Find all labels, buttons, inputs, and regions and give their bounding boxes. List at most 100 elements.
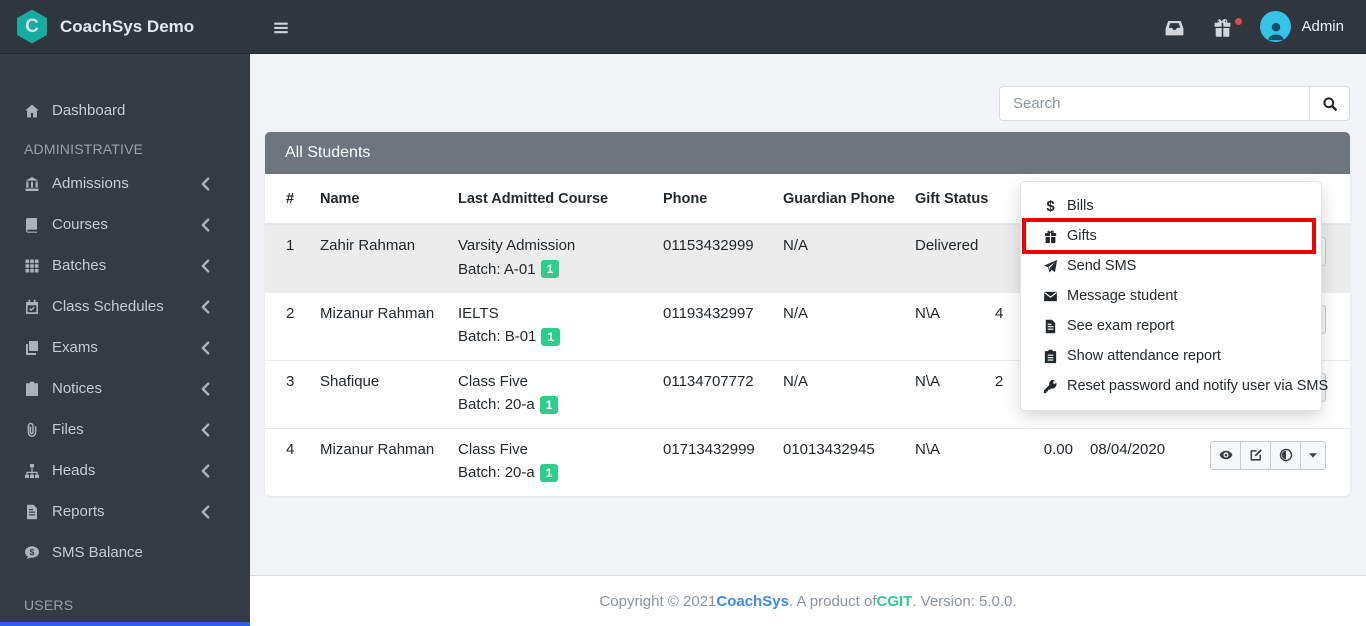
sidebar-toggle-hamburger-icon[interactable] [272,19,290,35]
menu-item-message-student[interactable]: Message student [1021,281,1321,311]
admin-label: Admin [1301,18,1344,35]
chevron-left-icon [198,463,214,479]
sidebar-item-reports[interactable]: Reports [0,491,250,532]
chevron-left-icon [198,176,214,192]
sidebar-active-item-strip[interactable] [0,622,250,626]
view-button[interactable] [1210,440,1241,470]
course-batch-line: Batch: B-01 1 [458,327,663,346]
dollar-icon: $ [1043,199,1058,214]
sidebar-item-notices[interactable]: Notices [0,368,250,409]
school-icon [24,176,40,192]
menu-item-see-exam-report[interactable]: See exam report [1021,311,1321,341]
more-actions-button[interactable] [1300,440,1326,470]
attendance-report-icon [1043,349,1058,364]
cell-phone: 01134707772 [663,359,783,428]
cell-row-number: 4 [265,427,320,496]
paperclip-icon [24,422,40,438]
sidebar-item-batches[interactable]: Batches [0,245,250,286]
sidebar-item-label: Notices [52,380,103,397]
cell-gift-status: Delivered [915,237,979,254]
menu-item-label: See exam report [1067,318,1175,334]
menu-item-label: Show attendance report [1067,348,1221,364]
gift-icon [1043,229,1058,244]
course-name: IELTS [458,304,499,322]
admin-menu[interactable]: Admin [1260,11,1344,42]
menu-item-gifts[interactable]: Gifts [1021,218,1321,254]
column-header: Last Admitted Course [458,174,663,225]
file-report-icon [24,504,40,520]
cell-phone: 01153432999 [663,237,754,254]
batch-count-badge: 1 [540,260,560,279]
card-title: All Students [265,132,1350,174]
table-row: 4 Mizanur Rahman Class Five Batch: 20-a 1 017… [265,427,1350,496]
caret-down-icon [1306,448,1320,462]
sidebar-nav: Dashboard ADMINISTRATIVE Admissions Courses… [0,54,250,619]
notification-dot [1235,18,1243,25]
sidebar-section-users: USERS [24,597,74,613]
inbox-icon[interactable] [1164,17,1185,36]
copyright-text: Copyright © 2021 [599,592,717,610]
chevron-left-icon [198,299,214,315]
column-header: Name [320,174,458,225]
cell-name: Shafique [320,359,458,428]
batch-label: Batch: A-01 [458,260,536,278]
cell-admitted-date: 08/04/2020 [1085,427,1197,496]
send-icon [1043,259,1058,274]
course-name: Class Five [458,440,529,458]
menu-item-bills[interactable]: $ Bills [1021,191,1321,221]
row-actions-group [1210,440,1326,470]
cell-gift-status: N\A [915,359,995,428]
menu-item-label: Message student [1067,288,1178,304]
cell-course: Class Five Batch: 20-a 1 [458,359,663,428]
home-icon [24,103,40,119]
chevron-left-icon [198,504,214,520]
menu-item-label: Send SMS [1067,258,1137,274]
search-button[interactable] [1309,86,1350,121]
cell-gift-status: N\A [915,427,995,496]
cgit-link[interactable]: CGIT [876,593,912,610]
cell-phone: 01713432999 [663,427,783,496]
navbar-right: Admin [1164,11,1366,42]
cell-name: Zahir Rahman [320,237,416,254]
cell-course: Class Five Batch: 20-a 1 [458,427,663,496]
clipboard-icon [24,381,40,397]
sidebar-item-dashboard[interactable]: Dashboard [0,90,250,131]
footer-middle-text: . A product of [788,592,877,610]
cell-name: Mizanur Rahman [320,427,458,496]
gift-notifications-icon[interactable] [1212,17,1243,36]
exam-report-icon [1043,319,1058,334]
sidebar-item-label: Courses [52,216,108,233]
menu-item-reset-password-and-notify-user-via-sms[interactable]: Reset password and notify user via SMS [1021,371,1328,401]
cell-guardian-phone: 01013432945 [783,427,915,496]
toggle-button[interactable] [1270,440,1301,470]
chevron-left-icon [198,217,214,233]
menu-item-label: Gifts [1067,228,1097,244]
sidebar-item-courses[interactable]: Courses [0,204,250,245]
coachsys-logo-icon: C [17,9,47,44]
sidebar-item-sms-balance[interactable]: SMS Balance [0,532,250,573]
sidebar-section-administrative: ADMINISTRATIVE [24,141,144,157]
menu-item-show-attendance-report[interactable]: Show attendance report [1021,341,1321,371]
brand[interactable]: C CoachSys Demo [0,9,250,44]
batch-label: Batch: 20-a [458,464,535,482]
exam-report-icon [1043,319,1058,334]
sidebar-item-label: Dashboard [52,102,126,119]
coachsys-link[interactable]: CoachSys [716,593,789,610]
sidebar-item-label: SMS Balance [52,544,143,561]
book-icon [24,217,40,233]
cell-guardian-phone: N/A [783,291,915,360]
sidebar-item-admissions[interactable]: Admissions [0,163,250,204]
menu-item-send-sms[interactable]: Send SMS [1021,251,1321,281]
sidebar-item-heads[interactable]: Heads [0,450,250,491]
batch-count-badge: 1 [541,327,561,346]
sidebar: Dashboard ADMINISTRATIVE Admissions Courses… [0,54,250,626]
cell-guardian-phone: N/A [783,359,915,428]
adjust-toggle-icon [1279,448,1293,462]
column-header: Phone [663,174,783,225]
course-name: Varsity Admission [458,237,576,254]
sidebar-item-exams[interactable]: Exams [0,327,250,368]
sidebar-item-class-schedules[interactable]: Class Schedules [0,286,250,327]
sidebar-item-files[interactable]: Files [0,409,250,450]
search-input[interactable] [999,86,1309,121]
edit-button[interactable] [1240,440,1271,470]
